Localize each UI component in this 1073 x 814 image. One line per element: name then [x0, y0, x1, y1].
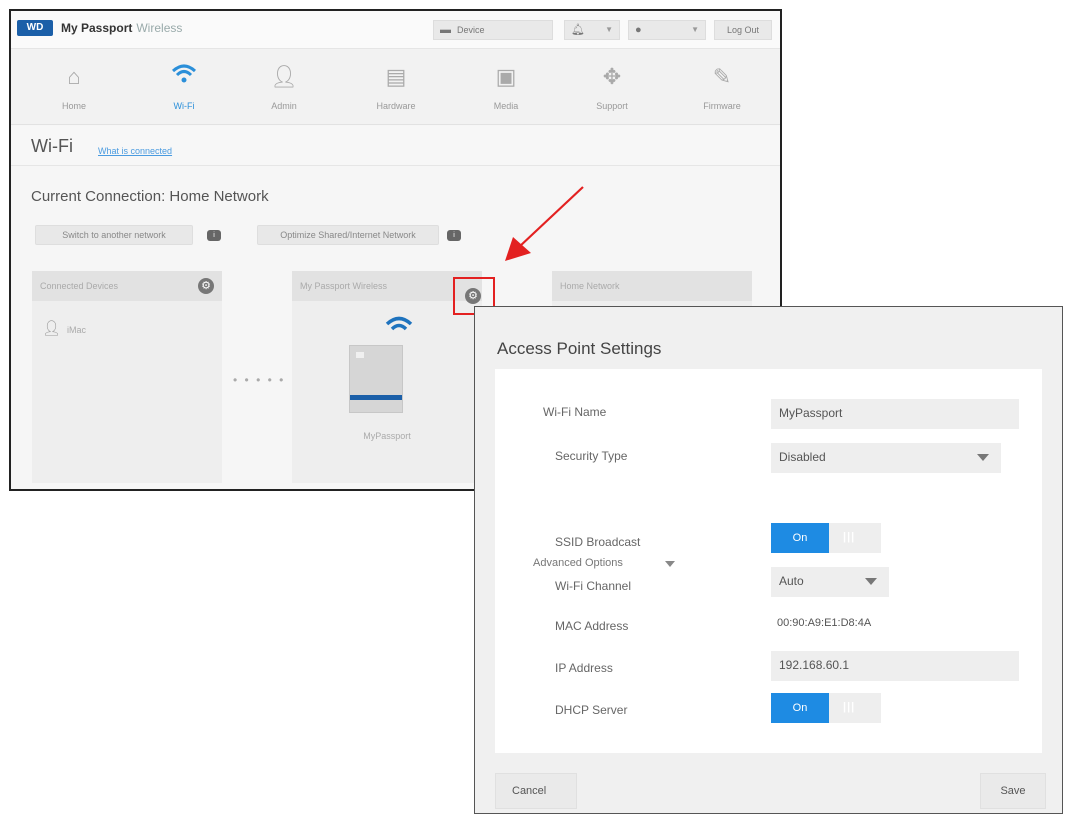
nav-item-label: Admin [271, 101, 297, 111]
gear-icon[interactable]: ⚙ [198, 278, 214, 294]
ip-address-field[interactable]: 192.168.60.1 [771, 651, 1019, 681]
help-menu[interactable]: ● ▼ [628, 20, 706, 40]
firmware-icon: ✎ [712, 64, 732, 89]
dhcp-server-toggle[interactable]: On ||| [771, 693, 881, 723]
device-label: Device [457, 25, 485, 35]
wifi-channel-label: Wi-Fi Channel [555, 579, 632, 593]
client-row[interactable]: 👤︎ iMac [42, 319, 86, 337]
wifi-icon [385, 315, 413, 345]
what-is-connected-link[interactable]: What is connected [98, 146, 172, 156]
chevron-down-icon: ▼ [691, 25, 699, 34]
nav-item-label: Wi-Fi [173, 101, 195, 111]
security-type-label: Security Type [555, 449, 628, 463]
main-nav: ⌂ Home Wi-Fi 👤︎ Admin ▤ Hardware ▣ Media [11, 49, 780, 125]
chevron-down-icon [665, 561, 675, 567]
nav-item-label: Firmware [703, 101, 741, 111]
panel-header: Home Network [552, 271, 752, 301]
page-header: Wi-Fi What is connected [11, 126, 780, 166]
connection-dots: • • • • • [233, 373, 286, 387]
mac-address-label: MAC Address [555, 619, 629, 633]
wifi-icon [170, 63, 198, 91]
drive-stripe [350, 395, 402, 400]
hardware-icon: ▤ [385, 64, 407, 89]
save-button[interactable]: Save [980, 773, 1046, 809]
wifi-name-label: Wi-Fi Name [543, 405, 607, 419]
wifi-channel-select[interactable]: Auto [771, 567, 889, 597]
ip-address-label: IP Address [555, 661, 613, 675]
nav-item-label: Support [596, 101, 628, 111]
pointer-arrow [505, 186, 584, 261]
brand-name: My Passport [61, 21, 133, 35]
nav-item-support[interactable]: ✥ Support [557, 49, 667, 125]
toggle-grip: ||| [843, 701, 856, 713]
info-icon[interactable]: i [447, 230, 461, 241]
device-icon: ▬ [440, 24, 451, 36]
nav-item-firmware[interactable]: ✎ Firmware [667, 49, 777, 125]
connected-devices-panel: Connected Devices ⚙ 👤︎ iMac [32, 271, 222, 483]
ssid-broadcast-toggle[interactable]: On ||| [771, 523, 881, 553]
dialog-title: Access Point Settings [497, 339, 662, 358]
nav-item-label: Hardware [376, 101, 416, 111]
page-title: Wi-Fi [31, 136, 73, 156]
dhcp-server-label: DHCP Server [555, 703, 628, 717]
nav-item-hardware[interactable]: ▤ Hardware [341, 49, 451, 125]
toggle-on: On [771, 523, 829, 553]
admin-icon: 👤︎ [270, 64, 298, 89]
person-icon: 👤︎ [42, 320, 62, 337]
help-icon: ● [635, 24, 642, 36]
toggle-grip: ||| [843, 531, 856, 543]
drive-image [349, 345, 403, 413]
logout-button[interactable]: Log Out [714, 20, 772, 40]
drive-led [356, 352, 364, 358]
security-type-value: Disabled [779, 450, 826, 464]
toggle-on: On [771, 693, 829, 723]
support-icon: ✥ [602, 64, 622, 89]
nav-item-label: Home [61, 101, 86, 111]
media-icon: ▣ [495, 64, 517, 89]
home-icon: ⌂ [67, 64, 81, 89]
top-bar: WD My Passport Wireless ▬ Device 🔔︎ ▼ ● ▼ Lo… [11, 11, 780, 49]
access-point-settings-dialog: Access Point Settings Wi-Fi Name MyPassp… [474, 306, 1063, 814]
nav-item-admin[interactable]: 👤︎ Admin [229, 49, 339, 125]
chevron-down-icon [977, 454, 989, 461]
dialog-body: Wi-Fi Name MyPassport Security Type Disa… [495, 369, 1042, 753]
device-label: MyPassport [363, 431, 411, 441]
current-connection-title: Current Connection: Home Network [31, 188, 269, 205]
dialog-footer: Cancel Save [475, 753, 1062, 814]
nav-item-media[interactable]: ▣ Media [451, 49, 561, 125]
optimize-network-button[interactable]: Optimize Shared/Internet Network [257, 225, 439, 245]
brand-sub: Wireless [136, 21, 183, 35]
panel-title: My Passport Wireless [300, 281, 388, 291]
nav-item-wifi[interactable]: Wi-Fi [129, 49, 239, 125]
ssid-broadcast-label: SSID Broadcast [555, 535, 641, 549]
panel-header: Connected Devices ⚙ [32, 271, 222, 301]
cancel-button[interactable]: Cancel [495, 773, 577, 809]
wifi-name-field[interactable]: MyPassport [771, 399, 1019, 429]
wifi-channel-value: Auto [779, 574, 804, 588]
panel-title: Home Network [560, 281, 620, 291]
client-name: iMac [67, 325, 87, 335]
security-type-select[interactable]: Disabled [771, 443, 1001, 473]
mac-address-value: 00:90:A9:E1:D8:4A [777, 617, 872, 629]
screenshot-stage: WD My Passport Wireless ▬ Device 🔔︎ ▼ ● ▼ Lo… [0, 0, 1073, 814]
nav-item-home[interactable]: ⌂ Home [19, 49, 129, 125]
wd-logo: WD [17, 20, 53, 36]
switch-network-button[interactable]: Switch to another network [35, 225, 193, 245]
nav-item-label: Media [493, 101, 519, 111]
bell-icon: 🔔︎ [571, 24, 585, 36]
info-icon[interactable]: i [207, 230, 221, 241]
chevron-down-icon [865, 578, 877, 585]
device-selector[interactable]: ▬ Device [433, 20, 553, 40]
notifications-menu[interactable]: 🔔︎ ▼ [564, 20, 620, 40]
chevron-down-icon: ▼ [605, 25, 613, 34]
advanced-options-toggle[interactable]: Advanced Options [533, 557, 623, 569]
brand-title: My Passport Wireless [61, 21, 182, 35]
panel-title: Connected Devices [40, 281, 119, 291]
